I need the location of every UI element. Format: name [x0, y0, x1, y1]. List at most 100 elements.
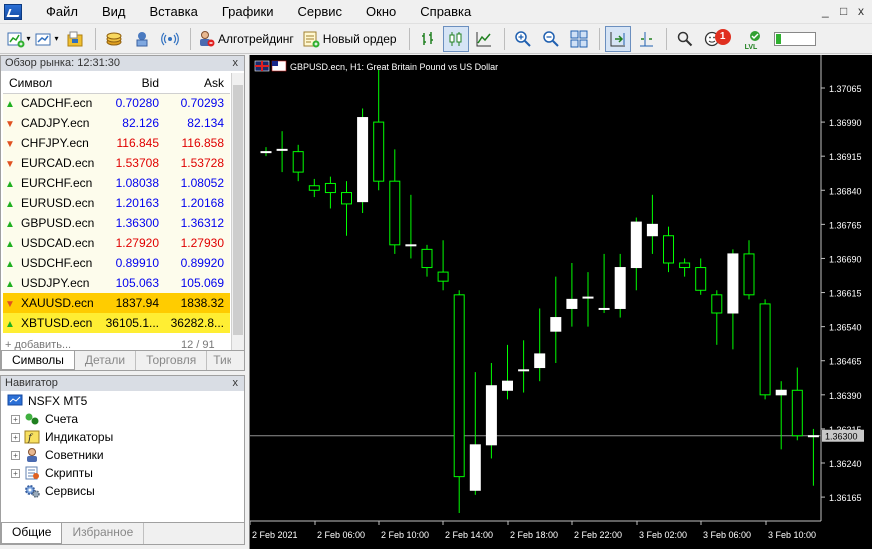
- signals-button[interactable]: [157, 26, 183, 52]
- menu-tools[interactable]: Сервис: [286, 0, 355, 24]
- expand-icon[interactable]: +: [11, 432, 20, 442]
- tile-windows-button[interactable]: [566, 26, 592, 52]
- menu-help[interactable]: Справка: [408, 0, 483, 24]
- candle-body: [373, 121, 385, 182]
- symbol-name: XAUUSD.ecn: [21, 296, 94, 310]
- candle-body: [260, 151, 272, 154]
- tab-favorites[interactable]: Избранное: [62, 523, 145, 544]
- arrow-down-icon: ▼: [5, 119, 15, 130]
- tile-windows-icon: [570, 30, 588, 47]
- candlestick-chart[interactable]: 1.37065 1.36990 1.36915 1.36840 1.36765 1.366…: [250, 55, 872, 549]
- close-window-button[interactable]: x: [858, 4, 864, 18]
- tab-symbols[interactable]: Символы: [1, 351, 75, 370]
- new-chart-button[interactable]: ▾: [6, 26, 32, 52]
- profiles-button[interactable]: ▾: [34, 26, 60, 52]
- candle-body: [695, 267, 707, 291]
- search-button[interactable]: [672, 26, 698, 52]
- bid-cell: 82.126: [122, 116, 159, 130]
- chart-shift-button[interactable]: [633, 26, 659, 52]
- table-row[interactable]: ▲ CADCHF.ecn 0.70280 0.70293: [3, 93, 230, 113]
- level-label: LVL: [744, 43, 758, 51]
- table-row[interactable]: ▲ USDJPY.ecn 105.063 105.069: [3, 273, 230, 293]
- auto-scroll-button[interactable]: [604, 25, 631, 52]
- table-row[interactable]: ▲ GBPUSD.ecn 1.36300 1.36312: [3, 213, 230, 233]
- price-tick-label: 1.37065: [829, 84, 862, 94]
- table-header-row: Символ Bid Ask: [3, 73, 230, 94]
- zoom-in-icon: [514, 30, 531, 47]
- tree-item-scripts[interactable]: + Скрипты: [11, 464, 93, 482]
- chart-window[interactable]: 1.37065 1.36990 1.36915 1.36840 1.36765 1.366…: [249, 55, 872, 549]
- algo-trading-label: Алготрейдинг: [218, 31, 294, 46]
- notifications-button[interactable]: 1: [700, 26, 731, 52]
- menu-bar: Файл Вид Вставка Графики Сервис Окно Спр…: [0, 0, 872, 24]
- navigator-button[interactable]: [129, 26, 155, 52]
- search-icon: [677, 31, 692, 46]
- indicators-icon: f: [24, 430, 40, 444]
- navigator-close-button[interactable]: x: [233, 376, 239, 391]
- new-order-button[interactable]: Новый ордер: [301, 26, 402, 52]
- column-header-symbol[interactable]: Символ: [3, 73, 103, 94]
- zoom-out-button[interactable]: [538, 26, 564, 52]
- market-watch-close-button[interactable]: x: [233, 56, 239, 71]
- arrow-up-icon: ▲: [5, 279, 15, 290]
- table-row[interactable]: ▲ XBTUSD.ecn 36105.1... 36282.8...: [3, 313, 230, 333]
- menu-charts[interactable]: Графики: [210, 0, 286, 24]
- market-watch-scrollbar[interactable]: [231, 73, 244, 351]
- market-watch-button[interactable]: [101, 26, 127, 52]
- minimize-button[interactable]: _: [822, 4, 829, 18]
- symbol-name: USDCAD.ecn: [21, 236, 95, 250]
- folder-chart-icon: [67, 31, 83, 46]
- table-row[interactable]: ▲ USDCAD.ecn 1.27920 1.27930: [3, 233, 230, 253]
- gear-icon: [25, 485, 40, 498]
- tab-trading[interactable]: Торговля: [136, 351, 208, 370]
- time-tick-label: 2 Feb 22:00: [574, 530, 622, 540]
- candle-body: [276, 148, 288, 151]
- script-icon: [25, 466, 39, 480]
- bar-chart-button[interactable]: [415, 26, 441, 52]
- level-button[interactable]: LVL: [742, 26, 768, 52]
- restore-button[interactable]: □: [840, 4, 847, 18]
- table-row[interactable]: ▲ EURUSD.ecn 1.20163 1.20168: [3, 193, 230, 213]
- tree-root[interactable]: NSFX MT5: [7, 392, 87, 410]
- notification-badge: 1: [714, 28, 731, 45]
- column-header-bid[interactable]: Bid: [103, 73, 165, 94]
- zoom-out-icon: [542, 30, 559, 47]
- ask-cell: 0.89920: [180, 256, 224, 270]
- candle-body: [582, 296, 594, 299]
- candlestick-chart-button[interactable]: [442, 25, 469, 52]
- scrollbar-thumb[interactable]: [233, 85, 243, 335]
- menu-window[interactable]: Окно: [354, 0, 408, 24]
- price-tick-label: 1.36240: [829, 459, 862, 469]
- tab-common[interactable]: Общие: [1, 523, 63, 544]
- zoom-in-button[interactable]: [510, 26, 536, 52]
- menu-insert[interactable]: Вставка: [138, 0, 210, 24]
- bid-cell: 0.89910: [115, 256, 159, 270]
- table-row[interactable]: ▼ CADJPY.ecn 82.126 82.134: [3, 113, 230, 133]
- expand-icon[interactable]: +: [11, 450, 20, 460]
- new-chart-icon: [7, 32, 25, 47]
- algo-trading-button[interactable]: Алготрейдинг: [196, 26, 299, 52]
- table-row[interactable]: ▼ XAUUSD.ecn 1837.94 1838.32: [3, 293, 230, 313]
- tree-item-services[interactable]: Сервисы: [11, 482, 95, 500]
- symbol-name: EURUSD.ecn: [21, 196, 95, 210]
- templates-button[interactable]: [62, 26, 88, 52]
- line-chart-button[interactable]: [471, 26, 497, 52]
- tree-item-indicators[interactable]: + f Индикаторы: [11, 428, 113, 446]
- column-header-ask[interactable]: Ask: [165, 73, 230, 94]
- symbol-name: XBTUSD.ecn: [21, 316, 93, 330]
- menu-file[interactable]: Файл: [34, 0, 90, 24]
- menu-view[interactable]: Вид: [90, 0, 138, 24]
- app-logo-icon[interactable]: [4, 3, 22, 20]
- symbol-name: USDJPY.ecn: [21, 276, 90, 290]
- tree-item-accounts[interactable]: + Счета: [11, 410, 78, 428]
- tab-ticks[interactable]: Тики: [207, 351, 231, 370]
- table-row[interactable]: ▼ EURCAD.ecn 1.53708 1.53728: [3, 153, 230, 173]
- expand-icon[interactable]: +: [11, 468, 20, 478]
- table-row[interactable]: ▲ EURCHF.ecn 1.08038 1.08052: [3, 173, 230, 193]
- expand-icon[interactable]: +: [11, 414, 20, 424]
- tree-item-experts[interactable]: + Советники: [11, 446, 104, 464]
- tab-details[interactable]: Детали: [75, 351, 137, 370]
- time-tick-label: 3 Feb 02:00: [639, 530, 687, 540]
- table-row[interactable]: ▲ USDCHF.ecn 0.89910 0.89920: [3, 253, 230, 273]
- table-row[interactable]: ▼ CHFJPY.ecn 116.845 116.858: [3, 133, 230, 153]
